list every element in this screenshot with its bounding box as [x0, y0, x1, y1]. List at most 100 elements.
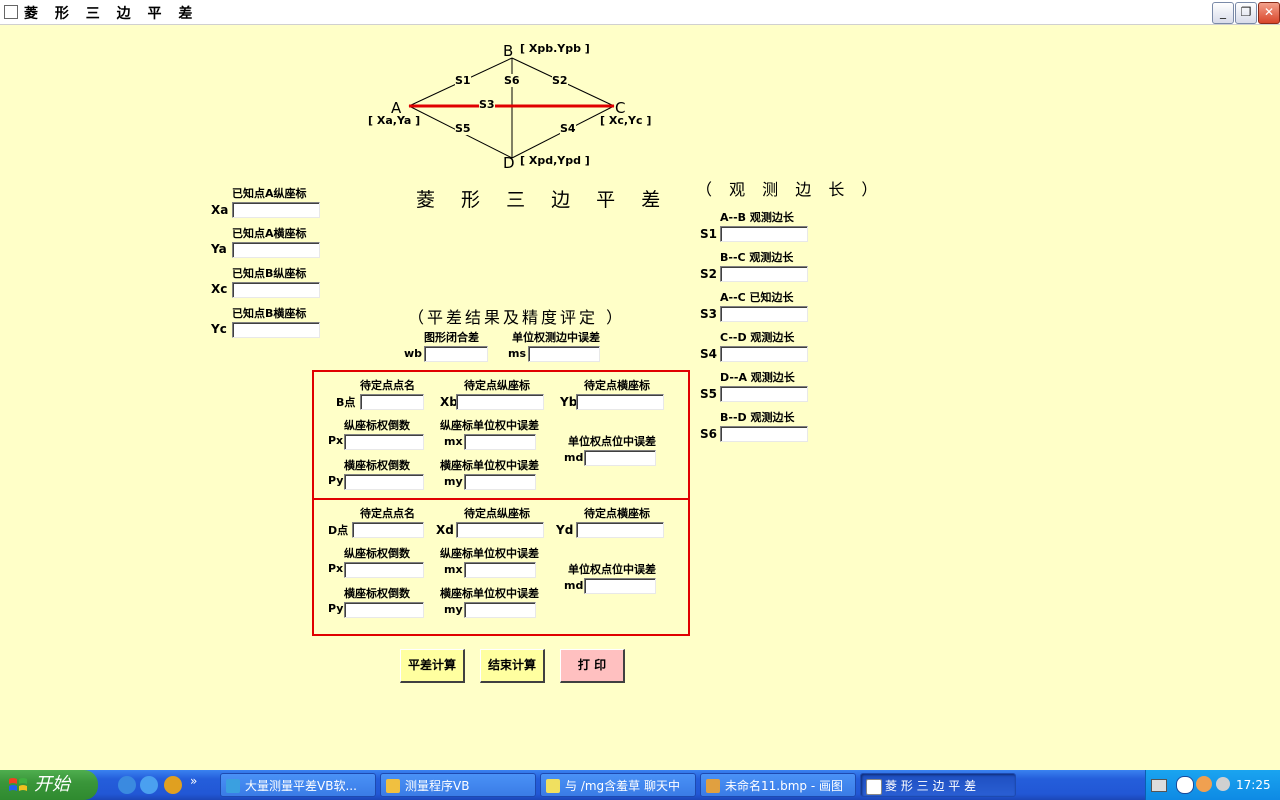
finish-button[interactable]: 结束计算	[480, 649, 545, 683]
xa-label: Xa	[211, 203, 229, 217]
task-rhombus-app[interactable]: 菱 形 三 边 平 差	[860, 773, 1016, 797]
d-px-label: Px	[328, 562, 344, 575]
main-title: 菱 形 三 边 平 差	[416, 189, 671, 211]
app-icon[interactable]	[4, 5, 18, 19]
side-s1-label: S1	[455, 74, 471, 87]
yc-input[interactable]	[232, 322, 320, 338]
point-d-label: D	[503, 154, 515, 172]
clock: 17:25	[1236, 778, 1271, 792]
d-mx-label: mx	[444, 563, 463, 576]
s2-input[interactable]	[720, 266, 808, 282]
task-chat[interactable]: 与 /mg含羞草 聊天中	[540, 773, 696, 797]
point-a-coord: [ Xa,Ya ]	[368, 114, 421, 127]
tiger-icon[interactable]	[164, 776, 182, 794]
b-x-input[interactable]	[456, 394, 544, 410]
ya-input[interactable]	[232, 242, 320, 258]
d-my-label: my	[444, 603, 463, 616]
compute-button[interactable]: 平差计算	[400, 649, 465, 683]
start-button[interactable]: 开始	[0, 770, 98, 800]
b-mx-caption: 纵座标单位权中误差	[440, 419, 539, 432]
d-px-input[interactable]	[344, 562, 424, 578]
d-mx-input[interactable]	[464, 562, 536, 578]
paint-icon	[706, 779, 720, 793]
b-px-input[interactable]	[344, 434, 424, 450]
task-vb-software[interactable]: 大量测量平差VB软...	[220, 773, 376, 797]
d-name-label: D点	[328, 524, 349, 537]
b-md-input[interactable]	[584, 450, 656, 466]
messenger-icon[interactable]	[1196, 776, 1212, 792]
s1-input[interactable]	[720, 226, 808, 242]
ie-icon[interactable]	[118, 776, 136, 794]
d-md-label: md	[564, 579, 584, 592]
s6-caption: B--D 观测边长	[720, 411, 795, 424]
wb-label: wb	[404, 347, 423, 360]
s4-input[interactable]	[720, 346, 808, 362]
close-button[interactable]: ✕	[1258, 2, 1280, 24]
b-my-label: my	[444, 475, 463, 488]
s1-label: S1	[700, 227, 717, 241]
d-my-input[interactable]	[464, 602, 536, 618]
s5-label: S5	[700, 387, 717, 401]
d-x-label: Xd	[436, 523, 454, 537]
side-s3-label: S3	[479, 98, 495, 111]
b-my-input[interactable]	[464, 474, 536, 490]
b-py-caption: 横座标权倒数	[344, 459, 410, 472]
d-px-caption: 纵座标权倒数	[344, 547, 410, 560]
app-window-icon	[866, 779, 882, 795]
b-mx-input[interactable]	[464, 434, 536, 450]
s3-label: S3	[700, 307, 717, 321]
s5-caption: D--A 观测边长	[720, 371, 795, 384]
quicklaunch-more-icon[interactable]: »	[190, 774, 197, 788]
title-bar: 菱 形 三 边 平 差 _ ❐ ✕	[0, 0, 1280, 25]
chat-icon	[546, 779, 560, 793]
s4-caption: C--D 观测边长	[720, 331, 795, 344]
minimize-button[interactable]: _	[1212, 2, 1234, 24]
s3-caption: A--C 已知边长	[720, 291, 794, 304]
windows-flag-icon	[9, 778, 27, 791]
b-name-input[interactable]	[360, 394, 424, 410]
d-y-label: Yd	[556, 523, 574, 537]
xa-input[interactable]	[232, 202, 320, 218]
task-label: 测量程序VB	[405, 779, 470, 793]
s4-label: S4	[700, 347, 717, 361]
taskbar: 开始 » 大量测量平差VB软... 测量程序VB 与 /mg含羞草 聊天中 未命…	[0, 770, 1280, 800]
d-y-input[interactable]	[576, 522, 664, 538]
b-py-label: Py	[328, 474, 344, 487]
xc-input[interactable]	[232, 282, 320, 298]
d-py-input[interactable]	[344, 602, 424, 618]
ms-input[interactable]	[528, 346, 600, 362]
ie-window-icon	[226, 779, 240, 793]
task-vb-folder[interactable]: 测量程序VB	[380, 773, 536, 797]
d-x-input[interactable]	[456, 522, 544, 538]
task-paint[interactable]: 未命名11.bmp - 画图	[700, 773, 856, 797]
s3-input[interactable]	[720, 306, 808, 322]
outlook-icon[interactable]	[140, 776, 158, 794]
d-x-caption: 待定点纵座标	[464, 507, 530, 520]
side-s4-label: S4	[560, 122, 576, 135]
s6-input[interactable]	[720, 426, 808, 442]
d-name-input[interactable]	[352, 522, 424, 538]
b-my-caption: 横座标单位权中误差	[440, 459, 539, 472]
b-md-label: md	[564, 451, 584, 464]
d-md-input[interactable]	[584, 578, 656, 594]
d-my-caption: 横座标单位权中误差	[440, 587, 539, 600]
d-mx-caption: 纵座标单位权中误差	[440, 547, 539, 560]
b-y-input[interactable]	[576, 394, 664, 410]
point-b-coord: [ Xpb.Ypb ]	[520, 42, 590, 55]
s5-input[interactable]	[720, 386, 808, 402]
print-button[interactable]: 打 印	[560, 649, 625, 683]
b-py-input[interactable]	[344, 474, 424, 490]
keyboard-icon[interactable]	[1151, 779, 1167, 792]
restore-button[interactable]: ❐	[1235, 2, 1257, 24]
tray-expand-icon[interactable]	[1176, 776, 1194, 794]
task-label: 菱 形 三 边 平 差	[885, 779, 977, 793]
volume-icon[interactable]	[1216, 777, 1230, 791]
b-md-caption: 单位权点位中误差	[568, 435, 656, 448]
b-mx-label: mx	[444, 435, 463, 448]
s2-label: S2	[700, 267, 717, 281]
wb-input[interactable]	[424, 346, 488, 362]
side-s5-label: S5	[455, 122, 471, 135]
ya-caption: 已知点A横座标	[232, 227, 307, 240]
yc-label: Yc	[211, 322, 227, 336]
xc-label: Xc	[211, 282, 228, 296]
